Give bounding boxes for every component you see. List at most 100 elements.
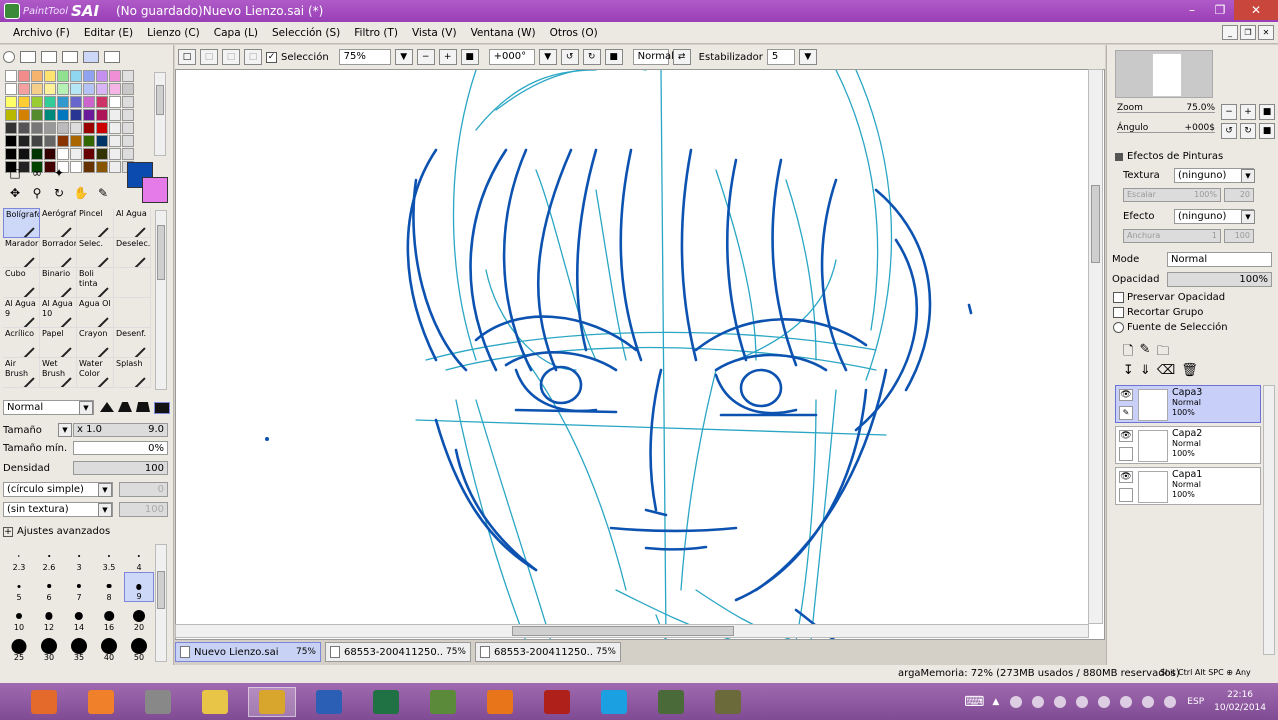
brush-tool[interactable]: Cubo	[3, 268, 40, 298]
clear-layer-icon[interactable]: ⌫	[1157, 363, 1175, 378]
stabilizer-field[interactable]: 5	[766, 49, 795, 65]
color-swatch[interactable]	[109, 161, 121, 173]
brush-size-preset[interactable]: 8	[94, 572, 124, 602]
brush-tool[interactable]	[114, 268, 151, 298]
canvas-tab[interactable]: 68553-200411250... 75%	[475, 642, 621, 662]
color-swatch[interactable]	[96, 70, 108, 82]
brush-shape-select[interactable]: (círculo simple)	[3, 482, 113, 497]
taskbar-app-books-app[interactable]	[134, 687, 182, 717]
color-swatch[interactable]	[5, 96, 17, 108]
min-size-slider[interactable]: 0%	[73, 441, 168, 455]
lock-icon[interactable]	[1119, 488, 1133, 502]
color-swatch[interactable]	[70, 83, 82, 95]
advanced-settings-toggle[interactable]: + Ajustes avanzados	[3, 526, 110, 537]
color-swatch[interactable]	[31, 148, 43, 160]
size-range-button[interactable]: ▼	[58, 423, 72, 437]
clip-group-checkbox[interactable]	[1113, 307, 1124, 318]
brush-size-preset[interactable]: 2.3	[4, 542, 34, 572]
brush-size-preset[interactable]: 14	[64, 602, 94, 632]
brush-size-preset[interactable]: 10	[4, 602, 34, 632]
color-swatch[interactable]	[31, 109, 43, 121]
nav-rotate-reset-icon[interactable]: ■	[1259, 123, 1275, 139]
color-swatch[interactable]	[31, 122, 43, 134]
color-swatch[interactable]	[96, 109, 108, 121]
canvas-tab[interactable]: 68553-200411250... 75%	[325, 642, 471, 662]
menu-filtro[interactable]: Filtro (T)	[347, 27, 405, 39]
layer-scrollbar[interactable]	[1263, 385, 1275, 655]
color-swatch[interactable]	[18, 122, 30, 134]
rgb-slider-icon[interactable]	[20, 51, 36, 63]
color-swatch[interactable]	[122, 135, 134, 147]
tray-app-icon-2[interactable]	[1054, 695, 1067, 708]
menu-otros[interactable]: Otros (O)	[543, 27, 605, 39]
brush-tool[interactable]: Air Brush	[3, 358, 40, 388]
brush-size-preset[interactable]: 7	[64, 572, 94, 602]
color-swatch[interactable]	[18, 109, 30, 121]
color-swatch[interactable]	[122, 109, 134, 121]
color-swatch[interactable]	[83, 148, 95, 160]
merge-down-icon[interactable]: ⇓	[1140, 363, 1151, 378]
brush-tool[interactable]: Al Agua 9	[3, 298, 40, 328]
battery-icon[interactable]	[1164, 695, 1177, 708]
effect-dropdown-icon[interactable]: ▼	[1241, 210, 1255, 224]
transfer-down-icon[interactable]: ↧	[1123, 363, 1134, 378]
volume-icon[interactable]	[1120, 695, 1133, 708]
brush-tool[interactable]: Aerógrafo	[40, 208, 77, 238]
brush-tool[interactable]: Wet Brush	[40, 358, 77, 388]
scratchpad-icon[interactable]	[104, 51, 120, 63]
color-swatch[interactable]	[31, 70, 43, 82]
nav-zoom-out-button[interactable]: −	[1221, 104, 1237, 120]
brush-tool[interactable]: Marador	[3, 238, 40, 268]
maximize-button[interactable]: ❐	[1206, 0, 1234, 20]
brush-texture-strength[interactable]: 100	[119, 502, 168, 517]
color-wheel-icon[interactable]	[3, 51, 15, 63]
brush-tool[interactable]: Bolígrafo	[3, 208, 40, 238]
color-swatch[interactable]	[109, 122, 121, 134]
tray-app-icon-1[interactable]	[1010, 695, 1023, 708]
brush-tool[interactable]: Borrador	[40, 238, 77, 268]
mdi-restore-button[interactable]: ❐	[1240, 25, 1256, 40]
color-swatch[interactable]	[5, 122, 17, 134]
brush-size-preset[interactable]: 50	[124, 632, 154, 662]
color-swatch[interactable]	[31, 135, 43, 147]
texture-strength-field[interactable]: 20	[1224, 188, 1254, 202]
color-swatch[interactable]	[44, 122, 56, 134]
color-swatch[interactable]	[70, 70, 82, 82]
brush-tool[interactable]: Al Agua 10	[40, 298, 77, 328]
brush-tool[interactable]: Desenf.	[114, 328, 151, 358]
brush-tool[interactable]	[114, 298, 151, 328]
color-swatch[interactable]	[70, 135, 82, 147]
taskbar-app-media-player[interactable]	[533, 687, 581, 717]
delete-layer-icon[interactable]: 🗑	[1181, 363, 1198, 378]
color-swatch[interactable]	[70, 122, 82, 134]
navigator-preview[interactable]	[1115, 50, 1213, 98]
color-swatch[interactable]	[83, 122, 95, 134]
color-swatch[interactable]	[31, 96, 43, 108]
rotate-right-icon[interactable]: ↻	[582, 49, 601, 65]
invert-button[interactable]: □	[244, 49, 262, 65]
eye-icon[interactable]: 👁	[1119, 389, 1133, 401]
tip-soft-icon[interactable]	[118, 402, 132, 412]
menu-archivo[interactable]: Archivo (F)	[6, 27, 77, 39]
color-swatch[interactable]	[109, 96, 121, 108]
canvas-vertical-scrollbar[interactable]	[1088, 69, 1103, 624]
flip-horizontal-icon[interactable]: ⇄	[672, 49, 691, 65]
clip-group-option[interactable]: Recortar Grupo	[1113, 307, 1203, 318]
taskbar-app-excel[interactable]	[362, 687, 410, 717]
taskbar-app-skype[interactable]	[590, 687, 638, 717]
language-indicator[interactable]: ESP	[1187, 697, 1204, 707]
hsv-slider-icon[interactable]	[41, 51, 57, 63]
rect-select-icon[interactable]: □	[6, 165, 24, 181]
layer-mode-select[interactable]: Normal	[1167, 252, 1272, 267]
selection-checkbox[interactable]: ✓	[266, 51, 277, 63]
taskbar-app-word[interactable]	[305, 687, 353, 717]
selection-source-option[interactable]: Fuente de Selección	[1113, 322, 1228, 333]
density-slider[interactable]: 100	[73, 461, 168, 475]
menu-capa[interactable]: Capa (L)	[207, 27, 265, 39]
color-swatch[interactable]	[57, 83, 69, 95]
brush-shape-dropdown-icon[interactable]: ▼	[98, 483, 112, 497]
color-swatch[interactable]	[83, 70, 95, 82]
color-swatch[interactable]	[18, 135, 30, 147]
tip-flat-icon[interactable]	[136, 402, 150, 412]
brush-size-preset[interactable]: 40	[94, 632, 124, 662]
